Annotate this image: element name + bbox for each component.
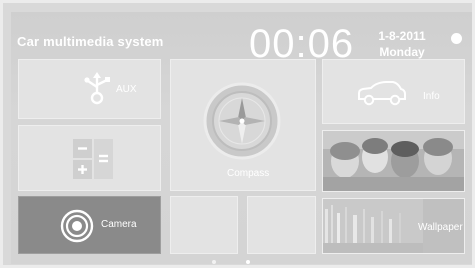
date-display: 1-8-2011 Monday [367,28,437,60]
photo-gallery-icon [323,131,464,191]
tile-info[interactable]: Info [322,59,465,124]
tile-wallpaper-label: Wallpaper [418,222,463,233]
tile-info-label: Info [423,91,440,102]
compass-icon [203,82,281,160]
app-title: Car multimedia system [17,34,164,49]
tile-calculator[interactable] [18,125,161,191]
weekday-value: Monday [379,45,425,59]
tile-camera-label: Camera [101,219,137,230]
date-value: 1-8-2011 [378,29,426,43]
status-indicator [451,33,462,44]
clock-time: 00:06 [249,22,355,66]
tile-compass[interactable]: Compass [170,59,316,191]
page-dot-2[interactable] [246,260,250,264]
car-icon [358,81,406,106]
tile-photos[interactable] [322,130,465,192]
tile-aux-label: AUX [116,84,137,95]
page-dot-1[interactable] [212,260,216,264]
tile-empty-1[interactable] [170,196,238,254]
usb-icon [84,72,110,105]
page-indicator [209,260,259,268]
wallpaper-icon [323,199,423,253]
tile-empty-2[interactable] [247,196,316,254]
tile-aux[interactable]: AUX [18,59,161,119]
calculator-icon [73,139,113,179]
camera-lens-icon [60,209,94,243]
tile-compass-label: Compass [227,168,270,179]
tile-camera[interactable]: Camera [18,196,161,254]
tile-wallpaper[interactable]: Wallpaper [322,198,465,254]
